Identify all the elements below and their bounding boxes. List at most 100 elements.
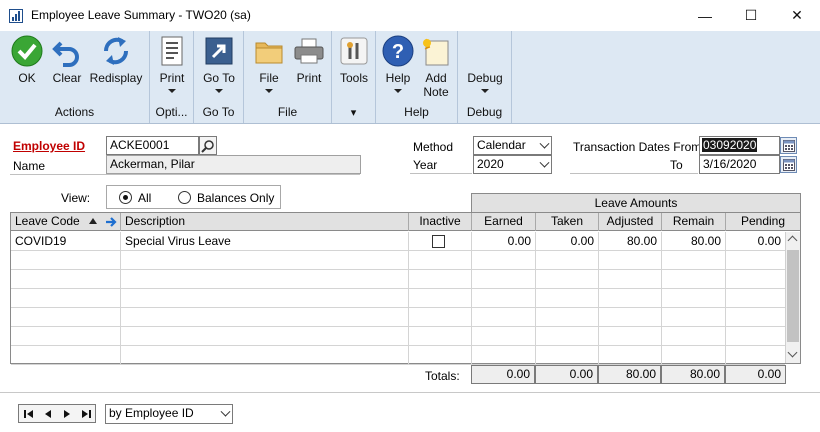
expand-arrow-icon[interactable] bbox=[104, 215, 118, 229]
employee-id-field[interactable]: ACKE0001 bbox=[106, 136, 199, 155]
grid-column-line bbox=[120, 251, 121, 270]
maximize-button[interactable]: ☐ bbox=[728, 0, 774, 31]
taken-cell[interactable]: 0.00 bbox=[536, 232, 599, 251]
ribbon-group-actions: OK Clear Redisplay Actions bbox=[0, 31, 150, 123]
col-pending[interactable]: Pending bbox=[726, 213, 800, 231]
col-taken[interactable]: Taken bbox=[536, 213, 599, 231]
grid-column-line bbox=[408, 308, 409, 327]
folder-icon bbox=[253, 35, 285, 67]
method-label: Method bbox=[413, 140, 454, 154]
file-button[interactable]: File bbox=[252, 35, 286, 93]
grid-column-line bbox=[661, 251, 662, 270]
lookup-button[interactable] bbox=[199, 136, 217, 155]
last-record-button[interactable] bbox=[79, 407, 93, 421]
grid-column-line bbox=[598, 327, 599, 346]
grid-scrollbar[interactable] bbox=[785, 232, 800, 363]
leave-amounts-header: Leave Amounts bbox=[471, 193, 801, 212]
empty-row[interactable] bbox=[11, 308, 785, 327]
magnifier-icon bbox=[201, 139, 214, 153]
pending-cell[interactable]: 0.00 bbox=[726, 232, 785, 251]
ok-button[interactable]: OK bbox=[10, 35, 44, 85]
grid-column-line bbox=[535, 270, 536, 289]
ribbon-group-tools: Tools ▾ bbox=[332, 31, 376, 123]
earned-cell[interactable]: 0.00 bbox=[472, 232, 536, 251]
empty-row[interactable] bbox=[11, 327, 785, 346]
chevron-down-icon bbox=[265, 89, 273, 93]
grid-column-line bbox=[725, 308, 726, 327]
help-button[interactable]: ? Help bbox=[380, 35, 416, 93]
remain-cell[interactable]: 80.00 bbox=[662, 232, 726, 251]
grid-column-line bbox=[535, 346, 536, 365]
scroll-thumb[interactable] bbox=[787, 250, 799, 342]
group-title-actions: Actions bbox=[54, 105, 95, 119]
print-options-button[interactable]: Print bbox=[154, 35, 190, 93]
date-to-field[interactable]: 3/16/2020 bbox=[699, 155, 780, 174]
inactive-cell[interactable] bbox=[409, 232, 472, 251]
calendar-icon bbox=[782, 158, 795, 171]
total-adjusted: 80.00 bbox=[598, 365, 661, 384]
grid-column-line bbox=[598, 308, 599, 327]
first-record-button[interactable] bbox=[22, 407, 36, 421]
col-remain[interactable]: Remain bbox=[662, 213, 726, 231]
help-icon: ? bbox=[382, 35, 414, 67]
grid-column-line bbox=[598, 289, 599, 308]
leave-code-cell[interactable]: COVID19 bbox=[11, 232, 121, 251]
calendar-to-button[interactable] bbox=[780, 156, 797, 173]
scroll-down-icon[interactable] bbox=[787, 347, 798, 358]
footer-separator bbox=[0, 392, 820, 393]
add-note-button[interactable]: Add Note bbox=[418, 35, 454, 99]
view-balances-only-radio[interactable] bbox=[178, 191, 191, 204]
print-button[interactable]: Print bbox=[292, 35, 326, 85]
inactive-checkbox[interactable] bbox=[432, 235, 445, 248]
view-radio-group: All Balances Only bbox=[106, 185, 281, 209]
calendar-from-button[interactable] bbox=[780, 137, 797, 154]
sort-by-select[interactable]: by Employee ID bbox=[105, 404, 233, 424]
scroll-up-icon[interactable] bbox=[787, 235, 798, 246]
previous-record-button[interactable] bbox=[41, 407, 55, 421]
col-adjusted[interactable]: Adjusted bbox=[599, 213, 662, 231]
date-from-field[interactable]: 03092020 bbox=[699, 136, 780, 155]
name-label: Name bbox=[13, 159, 46, 173]
debug-button[interactable]: Debug bbox=[462, 71, 508, 93]
app-icon bbox=[9, 9, 23, 23]
next-record-button[interactable] bbox=[60, 407, 74, 421]
grid-column-line bbox=[661, 346, 662, 365]
last-icon bbox=[81, 409, 91, 418]
minimize-button[interactable]: — bbox=[682, 0, 728, 31]
group-title-tools: ▾ bbox=[350, 107, 357, 119]
method-select[interactable]: Calendar bbox=[473, 136, 552, 155]
employee-id-label[interactable]: Employee ID bbox=[13, 139, 85, 153]
close-button[interactable]: ✕ bbox=[774, 0, 820, 31]
ribbon-group-options: Print Opti... bbox=[150, 31, 194, 123]
grid-column-line bbox=[120, 327, 121, 346]
grid-column-line bbox=[661, 308, 662, 327]
goto-button[interactable]: Go To bbox=[200, 35, 238, 93]
view-all-radio[interactable] bbox=[119, 191, 132, 204]
tools-icon bbox=[338, 35, 370, 67]
empty-row[interactable] bbox=[11, 270, 785, 289]
redisplay-button[interactable]: Redisplay bbox=[88, 35, 144, 85]
grid-column-line bbox=[535, 251, 536, 270]
year-select[interactable]: 2020 bbox=[473, 155, 552, 174]
adjusted-cell[interactable]: 80.00 bbox=[599, 232, 662, 251]
next-icon bbox=[63, 409, 70, 418]
first-icon bbox=[23, 409, 33, 418]
col-description[interactable]: Description bbox=[121, 213, 409, 231]
transaction-dates-from-label: Transaction Dates From bbox=[573, 140, 702, 154]
checkmark-icon bbox=[11, 35, 43, 67]
empty-row[interactable] bbox=[11, 346, 785, 365]
tools-button[interactable]: Tools bbox=[336, 35, 372, 85]
empty-row[interactable] bbox=[11, 289, 785, 308]
clear-button[interactable]: Clear bbox=[50, 35, 84, 85]
grid-column-line bbox=[408, 327, 409, 346]
col-earned[interactable]: Earned bbox=[472, 213, 536, 231]
grid-column-line bbox=[471, 270, 472, 289]
description-cell[interactable]: Special Virus Leave bbox=[121, 232, 409, 251]
ribbon: OK Clear Redisplay Actions Print Opti... bbox=[0, 31, 820, 124]
empty-row[interactable] bbox=[11, 251, 785, 270]
col-inactive[interactable]: Inactive bbox=[409, 213, 472, 231]
year-label: Year bbox=[413, 158, 438, 172]
table-row[interactable]: COVID19 Special Virus Leave 0.00 0.00 80… bbox=[11, 232, 785, 251]
sort-asc-icon bbox=[89, 218, 97, 224]
totals-label: Totals: bbox=[425, 369, 460, 383]
